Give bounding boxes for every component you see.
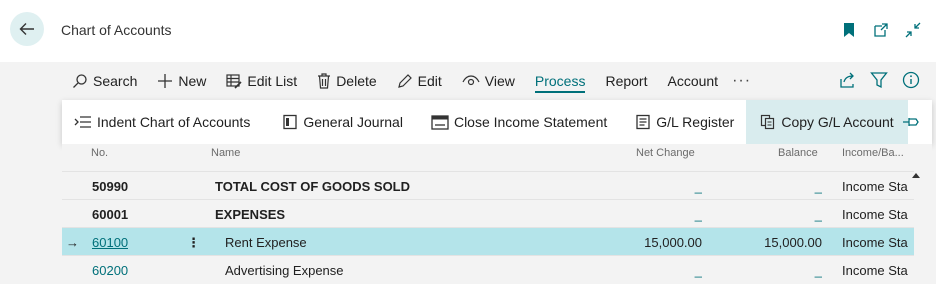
- net-change-value[interactable]: 15,000.00: [622, 235, 702, 250]
- action-bar: Search New Edit List Delete Edit View Pr…: [62, 66, 932, 96]
- search-icon: [73, 74, 87, 88]
- table-row[interactable]: 50990 TOTAL COST OF GOODS SOLD _ _ Incom…: [62, 171, 914, 199]
- view-action[interactable]: View: [462, 66, 515, 96]
- share-icon[interactable]: [838, 71, 856, 89]
- delete-action-label: Delete: [336, 73, 377, 89]
- account-name: EXPENSES: [215, 207, 286, 222]
- income-balance-value: Income Sta: [842, 263, 908, 278]
- arrow-left-icon: [19, 23, 34, 35]
- more-options-button[interactable]: ···: [732, 72, 751, 90]
- collapse-icon[interactable]: [904, 21, 922, 39]
- page-header: Chart of Accounts: [0, 0, 936, 62]
- gl-register-label: G/L Register: [656, 114, 735, 130]
- general-journal-label: General Journal: [303, 114, 403, 130]
- indent-chart-of-accounts-button[interactable]: Indent Chart of Accounts: [62, 100, 262, 144]
- row-actions-menu-icon[interactable]: ⋮: [187, 235, 200, 251]
- row-marker-arrow-icon: →: [66, 235, 79, 250]
- trash-icon: [318, 73, 331, 89]
- copy-icon: [761, 114, 775, 130]
- register-icon: [636, 114, 650, 130]
- process-flyout: Indent Chart of Accounts General Journal…: [62, 100, 932, 144]
- copy-gl-account-label: Copy G/L Account: [781, 114, 894, 130]
- table-row-selected[interactable]: → 60100 ⋮ Rent Expense 15,000.00 15,000.…: [62, 227, 914, 255]
- account-no-link[interactable]: 60100: [92, 235, 128, 250]
- process-tab[interactable]: Process: [534, 66, 586, 96]
- column-header-income-balance[interactable]: Income/Ba...: [842, 147, 904, 159]
- column-header-net-change[interactable]: Net Change: [636, 147, 695, 159]
- column-header-name[interactable]: Name: [211, 147, 240, 159]
- balance-value[interactable]: _: [742, 179, 822, 194]
- edit-action[interactable]: Edit: [397, 66, 442, 96]
- pencil-icon: [397, 74, 412, 88]
- account-no: 60001: [92, 207, 129, 222]
- account-name: Advertising Expense: [225, 263, 344, 278]
- net-change-value[interactable]: _: [622, 179, 702, 194]
- new-action[interactable]: New: [157, 66, 206, 96]
- report-tab[interactable]: Report: [605, 66, 647, 96]
- net-change-value[interactable]: _: [622, 207, 702, 222]
- indent-chart-of-accounts-label: Indent Chart of Accounts: [97, 114, 251, 130]
- table-row[interactable]: 60001 EXPENSES _ _ Income Sta: [62, 199, 914, 227]
- search-action[interactable]: Search: [72, 66, 137, 96]
- bookmark-icon[interactable]: [840, 21, 858, 39]
- account-no-link[interactable]: 60200: [92, 263, 128, 278]
- page-title: Chart of Accounts: [61, 22, 172, 38]
- income-balance-value: Income Sta: [842, 235, 908, 250]
- report-tab-label: Report: [605, 73, 648, 89]
- filter-icon[interactable]: [870, 71, 888, 89]
- account-no: 50990: [92, 179, 129, 194]
- grid-header: No. Name Net Change Balance Income/Ba...: [62, 144, 912, 170]
- close-income-statement-label: Close Income Statement: [453, 114, 608, 130]
- account-name: Rent Expense: [225, 235, 307, 250]
- account-name: TOTAL COST OF GOODS SOLD: [215, 179, 411, 194]
- balance-value[interactable]: 15,000.00: [742, 235, 822, 250]
- edit-list-action-label: Edit List: [247, 73, 298, 89]
- process-tab-label: Process: [534, 73, 586, 89]
- close-income-statement-button[interactable]: Close Income Statement: [419, 100, 619, 144]
- indent-icon: [74, 116, 91, 128]
- view-action-label: View: [484, 73, 515, 89]
- gl-register-button[interactable]: G/L Register: [623, 100, 746, 144]
- income-balance-value: Income Sta: [842, 207, 908, 222]
- back-button[interactable]: [10, 12, 44, 46]
- column-header-balance[interactable]: Balance: [778, 147, 818, 159]
- calendar-icon: [431, 115, 449, 130]
- edit-list-icon: [226, 74, 242, 89]
- general-journal-button[interactable]: General Journal: [270, 100, 415, 144]
- edit-action-label: Edit: [417, 73, 442, 89]
- copy-gl-account-button[interactable]: Copy G/L Account: [746, 100, 908, 144]
- edit-list-action[interactable]: Edit List: [226, 66, 297, 96]
- column-header-no[interactable]: No.: [91, 147, 108, 159]
- pin-icon[interactable]: [902, 114, 920, 130]
- info-icon[interactable]: [902, 71, 920, 89]
- accounts-grid: No. Name Net Change Balance Income/Ba...…: [62, 144, 932, 284]
- open-new-window-icon[interactable]: [872, 21, 890, 39]
- table-row[interactable]: 60200 Advertising Expense _ _ Income Sta: [62, 255, 914, 283]
- balance-value[interactable]: _: [742, 263, 822, 278]
- account-tab-label: Account: [667, 73, 719, 89]
- account-tab[interactable]: Account: [667, 66, 718, 96]
- net-change-value[interactable]: _: [622, 263, 702, 278]
- balance-value[interactable]: _: [742, 207, 822, 222]
- search-action-label: Search: [93, 73, 138, 89]
- journal-icon: [283, 114, 297, 130]
- delete-action[interactable]: Delete: [317, 66, 377, 96]
- income-balance-value: Income Sta: [842, 179, 908, 194]
- new-action-label: New: [178, 73, 207, 89]
- eye-icon: [462, 75, 480, 86]
- plus-icon: [158, 74, 173, 88]
